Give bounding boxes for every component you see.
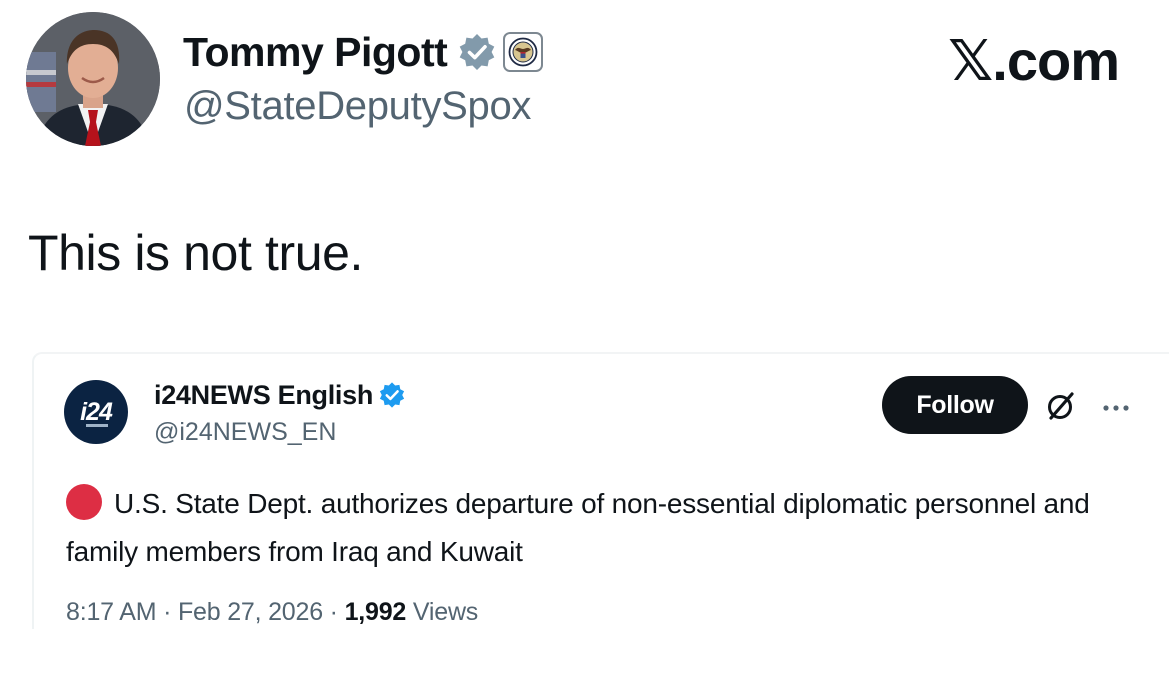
- views-count: 1,992: [344, 598, 407, 626]
- grok-icon[interactable]: [1045, 390, 1077, 422]
- views-label: Views: [412, 598, 479, 626]
- brand-watermark: 𝕏.com: [948, 29, 1120, 92]
- state-department-seal-icon[interactable]: [503, 32, 544, 72]
- quoted-author-handle[interactable]: @i24NEWS_EN: [154, 418, 336, 447]
- red-circle-emoji-icon: [66, 484, 102, 520]
- more-icon[interactable]: [1102, 400, 1130, 411]
- follow-button[interactable]: Follow: [882, 376, 1028, 434]
- quoted-author-name-row: i24NEWS English: [154, 378, 406, 412]
- quoted-avatar-logo-text: i24: [80, 397, 113, 426]
- meta-separator: ·: [329, 598, 338, 626]
- quoted-author-avatar[interactable]: i24: [64, 380, 128, 444]
- quoted-post-card[interactable]: i24 i24NEWS English @i24NEWS_EN Follow U…: [32, 352, 1169, 629]
- quoted-post-meta: 8:17 AM · Feb 27, 2026 · 1,992 Views: [66, 598, 478, 627]
- verified-badge-icon[interactable]: [378, 381, 406, 409]
- author-avatar[interactable]: [26, 12, 160, 146]
- quoted-author-name[interactable]: i24NEWS English: [154, 380, 373, 411]
- post-date[interactable]: Feb 27, 2026: [178, 598, 323, 626]
- quoted-post-text-block: U.S. State Dept. authorizes departure of…: [66, 480, 1146, 576]
- post-time[interactable]: 8:17 AM: [66, 598, 157, 626]
- author-handle[interactable]: @StateDeputySpox: [184, 84, 531, 129]
- post-text: This is not true.: [28, 225, 363, 281]
- quoted-post-text: U.S. State Dept. authorizes departure of…: [66, 488, 1090, 567]
- verified-badge-icon[interactable]: [457, 32, 497, 72]
- avatar-underline: [86, 424, 108, 427]
- author-name[interactable]: Tommy Pigott: [183, 29, 448, 76]
- author-name-row: Tommy Pigott: [183, 26, 544, 78]
- meta-separator: ·: [163, 598, 172, 626]
